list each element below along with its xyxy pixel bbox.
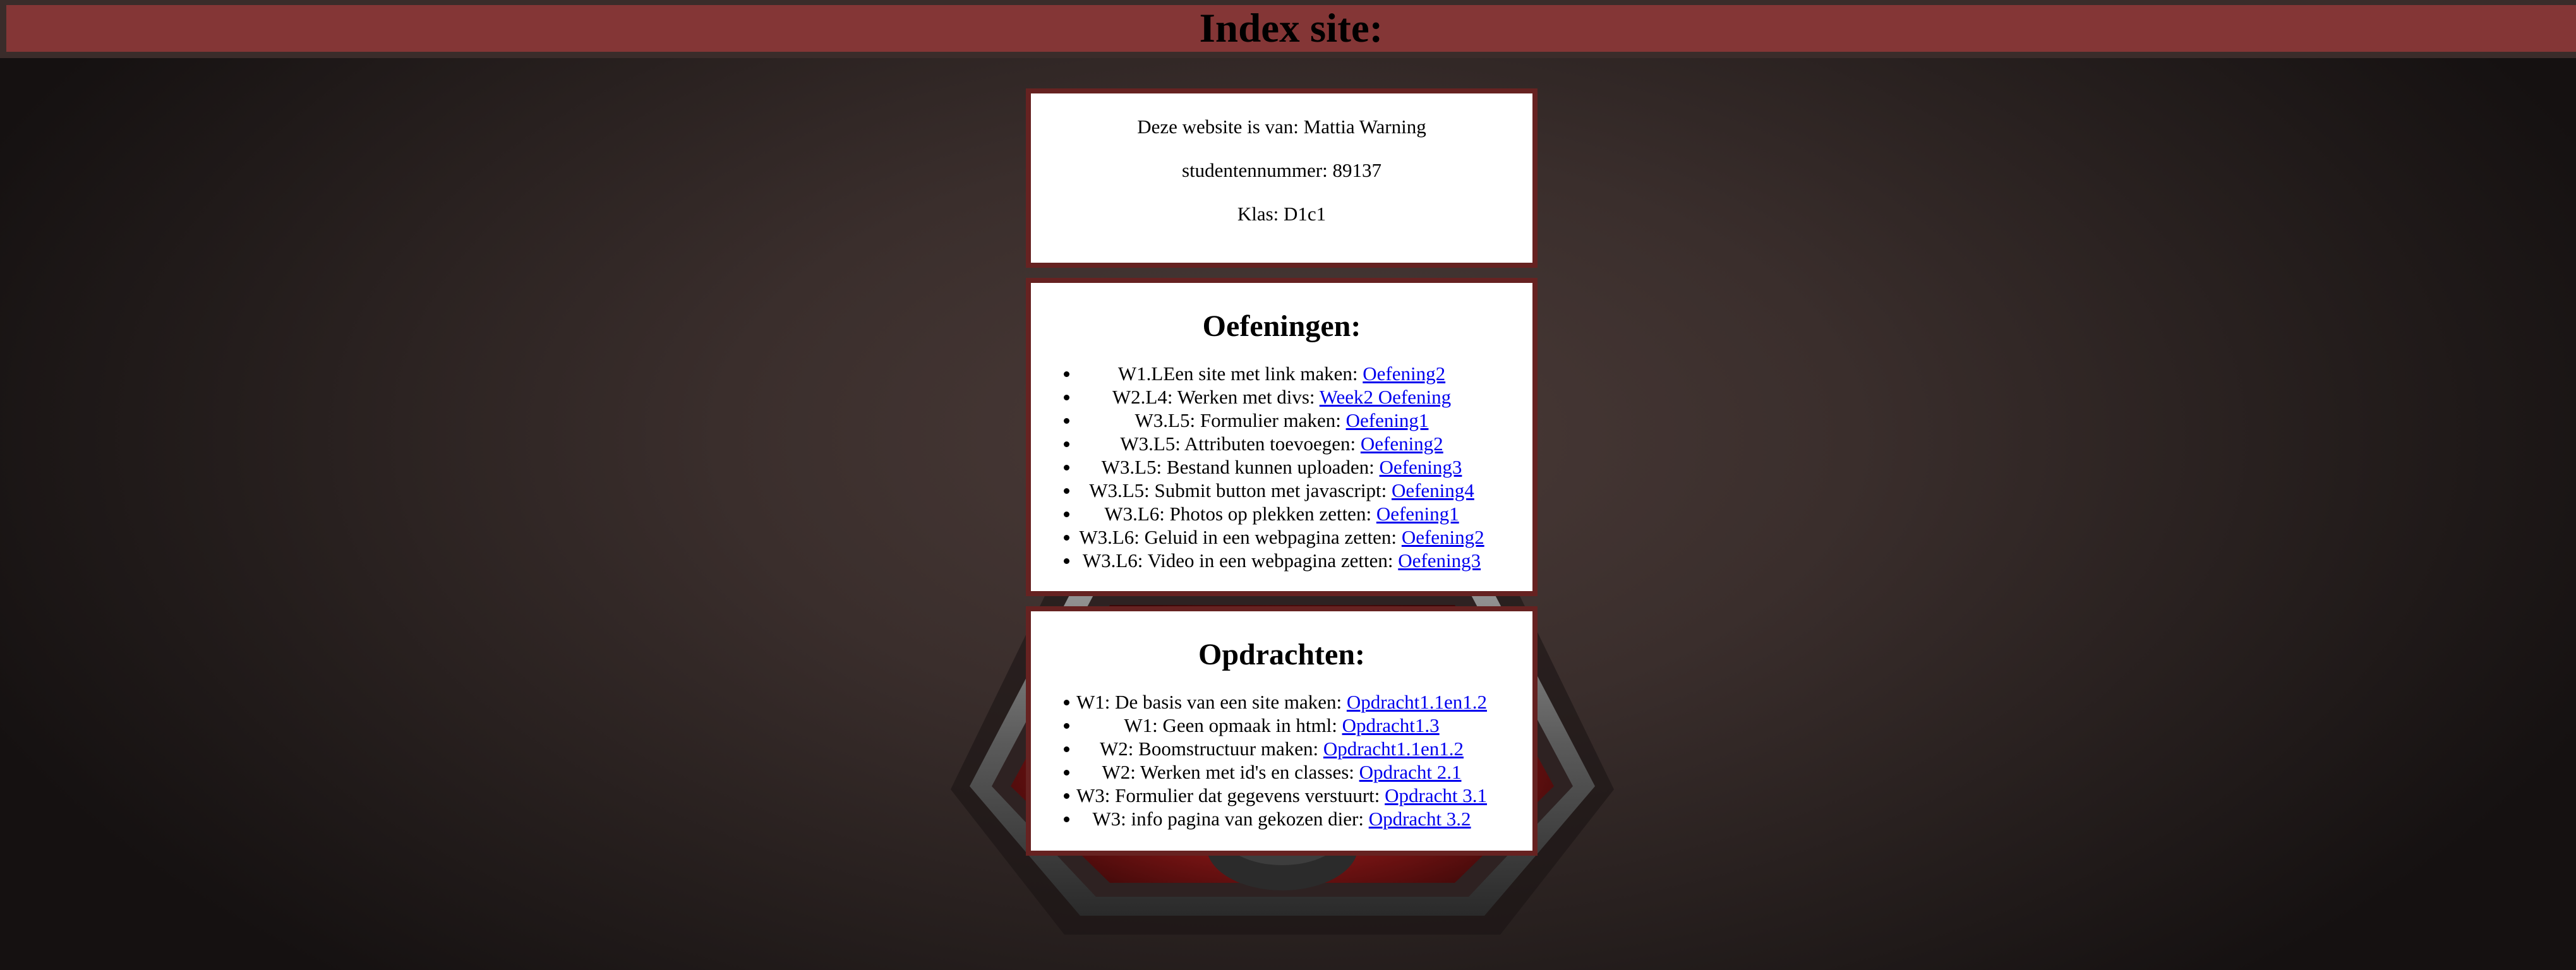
bullet-icon [1064,770,1069,775]
oefening-link[interactable]: Oefening1 [1376,503,1459,525]
oefening-link[interactable]: Oefening2 [1402,526,1484,548]
opdracht-link[interactable]: Opdracht1.1en1.2 [1347,691,1487,713]
item-label: W3.L6: Video in een webpagina zetten: [1082,549,1399,572]
list-item: W3.L5: Bestand kunnen uploaden: Oefening… [1031,455,1532,479]
item-label: W3.L5: Formulier maken: [1135,409,1346,431]
list-item: W3: Formulier dat gegevens verstuurt: Op… [1031,784,1532,807]
list-item: W2: Boomstructuur maken: Opdracht1.1en1.… [1031,737,1532,760]
list-item: W2: Werken met id's en classes: Opdracht… [1031,760,1532,784]
item-label: W3: info pagina van gekozen dier: [1092,808,1369,830]
list-item: W3.L6: Geluid in een webpagina zetten: O… [1031,525,1532,549]
page-title: Index site: [1199,5,1383,51]
bullet-icon [1064,700,1069,705]
list-item: W3.L5: Attributen toevoegen: Oefening2 [1031,432,1532,455]
info-card: Deze website is van: Mattia Warning stud… [1026,88,1538,268]
student-number-text: studentennummer: 89137 [1182,159,1381,181]
opdracht-link[interactable]: Opdracht 3.2 [1369,808,1471,830]
list-item: W3.L6: Video in een webpagina zetten: Oe… [1031,549,1532,572]
item-label: W1: De basis van een site maken: [1076,691,1347,713]
item-label: W2: Boomstructuur maken: [1100,738,1323,760]
list-item: W1: Geen opmaak in html: Opdracht1.3 [1031,714,1532,737]
oefening-link[interactable]: Oefening2 [1361,433,1443,455]
bullet-icon [1064,558,1069,564]
item-label: W2: Werken met id's en classes: [1102,761,1359,783]
opdracht-link[interactable]: Opdracht 3.1 [1385,784,1487,806]
list-item: W3.L5: Submit button met javascript: Oef… [1031,479,1532,502]
oefening-link[interactable]: Oefening3 [1380,456,1462,478]
opdrachten-list: W1: De basis van een site maken: Opdrach… [1031,690,1532,830]
bullet-icon [1064,441,1069,447]
header-banner: Index site: [6,5,2576,52]
oefening-link[interactable]: Oefening3 [1398,549,1481,572]
opdracht-link[interactable]: Opdracht 2.1 [1359,761,1462,783]
list-item: W2.L4: Werken met divs: Week2 Oefening [1031,385,1532,409]
oefening-link[interactable]: Oefening1 [1346,409,1429,431]
bullet-icon [1064,723,1069,729]
bullet-icon [1064,817,1069,822]
opdracht-link[interactable]: Opdracht1.1en1.2 [1323,738,1464,760]
list-item: W3.L5: Formulier maken: Oefening1 [1031,409,1532,432]
bullet-icon [1064,512,1069,517]
opdrachten-card: Opdrachten: W1: De basis van een site ma… [1026,606,1538,856]
owner-text: Deze website is van: Mattia Warning [1137,116,1426,138]
item-label: W3.L5: Submit button met javascript: [1089,479,1392,501]
list-item: W3.L6: Photos op plekken zetten: Oefenin… [1031,502,1532,525]
bullet-icon [1064,535,1069,541]
bullet-icon [1064,371,1069,377]
bullet-icon [1064,418,1069,424]
list-item: W3: info pagina van gekozen dier: Opdrac… [1031,807,1532,830]
bullet-icon [1064,465,1069,470]
item-label: W1: Geen opmaak in html: [1124,714,1342,736]
oefening-link[interactable]: Oefening4 [1392,479,1474,501]
item-label: W3.L5: Bestand kunnen uploaden: [1101,456,1380,478]
oefening-link[interactable]: Week2 Oefening [1320,386,1451,408]
oefeningen-heading: Oefeningen: [1202,309,1361,343]
item-label: W2.L4: Werken met divs: [1112,386,1320,408]
item-label: W3.L5: Attributen toevoegen: [1120,433,1361,455]
opdracht-link[interactable]: Opdracht1.3 [1342,714,1440,736]
item-label: W3.L6: Photos op plekken zetten: [1104,503,1376,525]
header-bar: Index site: [0,0,2576,58]
oefeningen-list: W1.LEen site met link maken: Oefening2 W… [1031,362,1532,572]
item-label: W1.LEen site met link maken: [1117,362,1363,385]
item-label: W3: Formulier dat gegevens verstuurt: [1076,784,1385,806]
list-item: W1: De basis van een site maken: Opdrach… [1031,690,1532,714]
item-label: W3.L6: Geluid in een webpagina zetten: [1079,526,1402,548]
opdrachten-heading: Opdrachten: [1198,638,1365,671]
oefening-link[interactable]: Oefening2 [1363,362,1445,385]
oefeningen-card: Oefeningen: W1.LEen site met link maken:… [1026,278,1538,596]
bullet-icon [1064,395,1069,400]
list-item: W1.LEen site met link maken: Oefening2 [1031,362,1532,385]
class-text: Klas: D1c1 [1237,203,1327,225]
bullet-icon [1064,793,1069,799]
bullet-icon [1064,488,1069,494]
bullet-icon [1064,746,1069,752]
